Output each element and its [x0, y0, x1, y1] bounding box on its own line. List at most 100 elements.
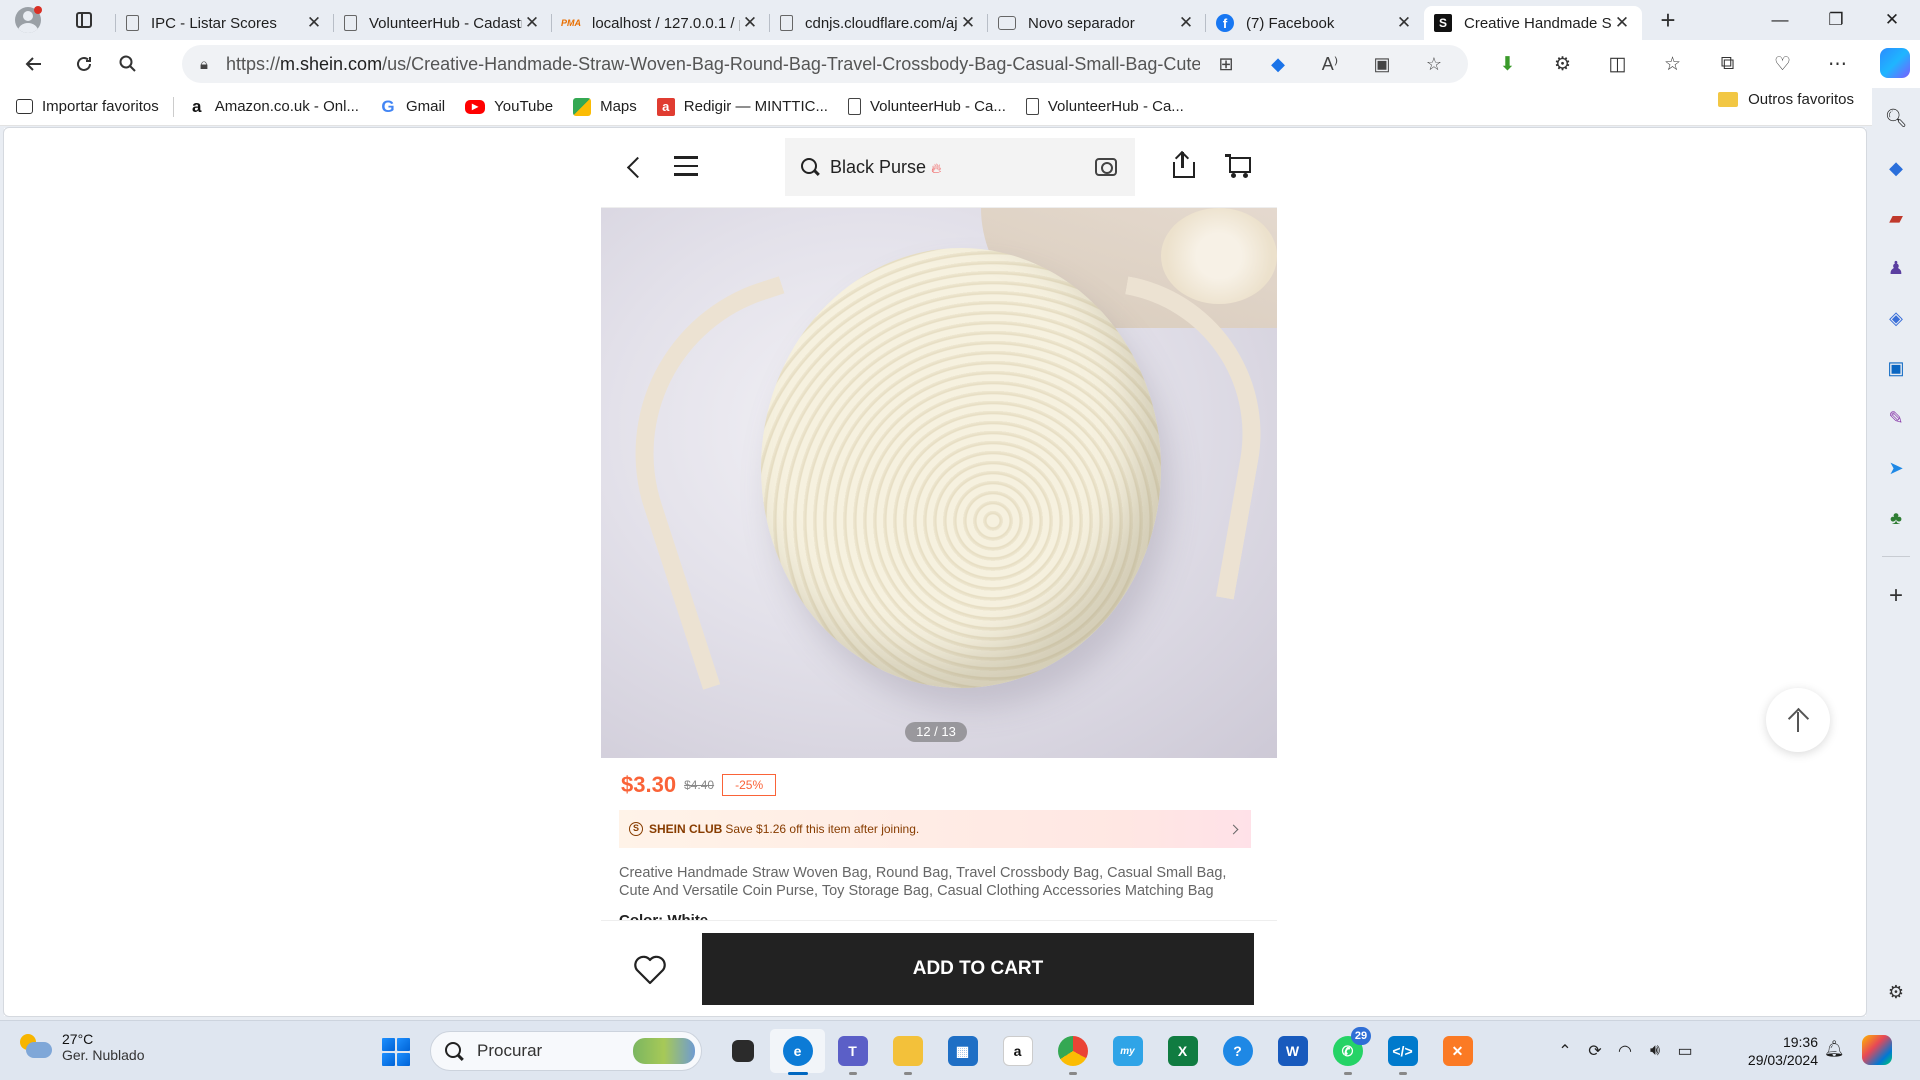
notification-bell-icon[interactable]: 🔔︎ — [1824, 1039, 1844, 1061]
hamburger-menu-icon[interactable] — [674, 156, 698, 178]
cart-icon[interactable] — [1225, 154, 1251, 178]
restore-button[interactable]: ❐ — [1808, 0, 1864, 40]
sidebar-shopping-icon[interactable]: ◆ — [1882, 154, 1910, 182]
shein-club-banner[interactable]: S SHEIN CLUB Save $1.26 off this item af… — [619, 810, 1251, 848]
taskbar-app-vscode[interactable]: </> — [1375, 1029, 1430, 1075]
copilot-icon[interactable] — [1880, 48, 1910, 78]
bookmark-redigir[interactable]: a Redigir — MINTTIC... — [647, 91, 838, 123]
extensions-icon[interactable]: ⚙ — [1535, 44, 1590, 84]
taskbar-app-mysql[interactable]: my — [1100, 1029, 1155, 1073]
refresh-button[interactable] — [64, 44, 104, 84]
immersive-reader-icon[interactable]: ▣ — [1356, 48, 1408, 80]
close-tab-icon[interactable]: ✕ — [1612, 13, 1632, 33]
sidebar-microsoft365-icon[interactable]: ◈ — [1882, 304, 1910, 332]
minimize-button[interactable]: — — [1752, 0, 1808, 40]
sidebar-send-icon[interactable]: ➤ — [1882, 454, 1910, 482]
sidebar-add-icon[interactable]: + — [1882, 582, 1910, 610]
taskbar-app-word[interactable]: W — [1265, 1029, 1320, 1073]
close-tab-icon[interactable]: ✕ — [1394, 13, 1414, 33]
battery-icon[interactable]: ▭ — [1670, 1031, 1700, 1071]
close-tab-icon[interactable]: ✕ — [740, 13, 760, 33]
browser-essentials-icon[interactable]: ♡ — [1755, 44, 1810, 84]
url-text[interactable]: https://m.shein.com/us/Creative-Handmade… — [226, 54, 1200, 75]
folder-icon — [892, 1036, 923, 1066]
sidebar-games-icon[interactable]: ♟ — [1882, 254, 1910, 282]
favorite-star-icon[interactable]: ☆ — [1408, 48, 1460, 80]
page-back-icon[interactable] — [621, 154, 649, 182]
back-button[interactable] — [14, 44, 54, 84]
wishlist-heart-icon[interactable] — [633, 955, 667, 985]
taskbar-app-whatsapp[interactable]: ✆ 29 — [1320, 1027, 1375, 1075]
close-tab-icon[interactable]: ✕ — [304, 13, 324, 33]
coupon-icon[interactable]: ◆ — [1252, 48, 1304, 80]
taskbar-app-help[interactable]: ? — [1210, 1029, 1265, 1073]
split-screen-icon[interactable]: ◫ — [1590, 44, 1645, 84]
taskbar-search[interactable]: Procurar — [430, 1031, 702, 1071]
site-search-bar[interactable]: Black Purse 🔥︎ — [785, 138, 1135, 196]
volume-icon[interactable]: 🔊︎ — [1640, 1031, 1670, 1071]
apps-icon[interactable]: ⊞ — [1200, 48, 1252, 80]
browser-tab[interactable]: cdnjs.cloudflare.com/ajax ✕ — [769, 6, 988, 40]
taskbar-app-excel[interactable]: X — [1155, 1029, 1210, 1073]
taskbar-app-files[interactable] — [715, 1029, 770, 1073]
camera-search-icon[interactable] — [1095, 158, 1117, 176]
taskbar-app-edge[interactable]: e — [770, 1029, 825, 1075]
word-icon: W — [1277, 1036, 1308, 1066]
lock-icon[interactable]: 🔒︎ — [182, 56, 226, 73]
taskbar-app-amazon[interactable]: a — [990, 1029, 1045, 1073]
bookmark-amazon[interactable]: a Amazon.co.uk - Onl... — [178, 91, 369, 123]
close-tab-icon[interactable]: ✕ — [522, 13, 542, 33]
new-tab-button[interactable]: + — [1650, 2, 1686, 38]
bookmark-volunteerhub-2[interactable]: VolunteerHub - Ca... — [1016, 91, 1194, 123]
sidebar-settings-icon[interactable]: ⚙ — [1882, 978, 1910, 1006]
taskbar-app-store[interactable]: ▦ — [935, 1029, 990, 1073]
browser-tab[interactable]: Novo separador ✕ — [987, 6, 1206, 40]
sidebar-tools-icon[interactable]: ▰ — [1882, 204, 1910, 232]
browser-tab[interactable]: PMA localhost / 127.0.0.1 / phpMyAdmin ✕ — [551, 6, 770, 40]
weather-widget[interactable]: 27°C Ger. Nublado — [20, 1031, 145, 1063]
back-arrow-icon — [25, 57, 41, 71]
show-hidden-icons-chevron-icon[interactable]: ⌃ — [1550, 1031, 1580, 1071]
taskbar-app-explorer[interactable] — [880, 1029, 935, 1075]
more-menu-icon[interactable]: ⋯ — [1810, 44, 1865, 84]
browser-tab[interactable]: f (7) Facebook ✕ — [1205, 6, 1424, 40]
wifi-icon[interactable]: ◠ — [1610, 1031, 1640, 1071]
other-favorites[interactable]: Outros favoritos — [1718, 91, 1854, 108]
favorites-icon[interactable]: ☆ — [1645, 44, 1700, 84]
bookmark-volunteerhub-1[interactable]: VolunteerHub - Ca... — [838, 91, 1016, 123]
copilot-taskbar-icon[interactable] — [1862, 1035, 1892, 1065]
bookmark-gmail[interactable]: G Gmail — [369, 91, 455, 123]
read-aloud-icon[interactable]: A⁾ — [1304, 48, 1356, 80]
address-bar[interactable]: 🔒︎ https://m.shein.com/us/Creative-Handm… — [182, 45, 1468, 83]
taskbar-app-xampp[interactable]: ✕ — [1430, 1029, 1485, 1073]
browser-tab-active[interactable]: S Creative Handmade Straw ✕ — [1424, 6, 1642, 40]
amazon-icon: a — [1002, 1036, 1033, 1066]
product-image[interactable]: 12 / 13 — [601, 208, 1277, 758]
close-tab-icon[interactable]: ✕ — [958, 13, 978, 33]
search-button[interactable] — [108, 44, 148, 84]
sidebar-designer-icon[interactable]: ✎ — [1882, 404, 1910, 432]
clock[interactable]: 19:36 29/03/2024 — [1732, 1033, 1818, 1069]
close-window-button[interactable]: ✕ — [1864, 0, 1920, 40]
taskbar-app-chrome[interactable] — [1045, 1029, 1100, 1075]
add-to-cart-button[interactable]: ADD TO CART — [702, 933, 1254, 1005]
profile-button[interactable] — [10, 2, 46, 38]
sidebar-tree-icon[interactable]: ♣ — [1882, 504, 1910, 532]
share-icon[interactable] — [1173, 150, 1197, 178]
browser-tab[interactable]: VolunteerHub - Cadastro ✕ — [333, 6, 552, 40]
taskbar-app-teams[interactable]: T — [825, 1029, 880, 1075]
sync-icon[interactable]: ⟳ — [1580, 1031, 1610, 1071]
bookmark-import[interactable]: Importar favoritos — [6, 91, 169, 123]
back-to-top-button[interactable] — [1766, 688, 1830, 752]
sidebar-search-icon[interactable]: 🔍︎ — [1882, 104, 1910, 132]
collections-icon[interactable]: ⧉ — [1700, 44, 1755, 84]
sidebar-outlook-icon[interactable]: ▣ — [1882, 354, 1910, 382]
bookmark-maps[interactable]: Maps — [563, 91, 647, 123]
close-tab-icon[interactable]: ✕ — [1176, 13, 1196, 33]
bookmark-youtube[interactable]: ▶ YouTube — [455, 91, 563, 123]
extension-download-icon[interactable]: ⬇ — [1480, 44, 1535, 84]
tab-actions-button[interactable] — [66, 2, 102, 38]
browser-tab[interactable]: IPC - Listar Scores ✕ — [115, 6, 334, 40]
start-button[interactable] — [382, 1038, 410, 1066]
bottom-action-bar: ADD TO CART — [601, 920, 1277, 1016]
